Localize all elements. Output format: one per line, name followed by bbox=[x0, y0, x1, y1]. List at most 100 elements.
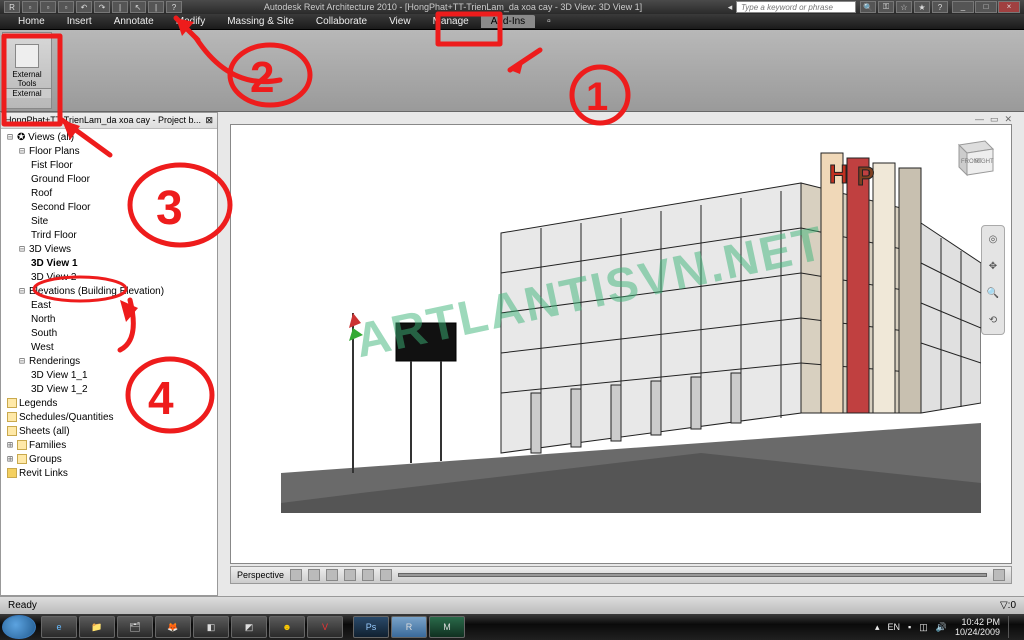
status-ready: Ready bbox=[8, 600, 37, 611]
tree-elev-0[interactable]: East bbox=[7, 299, 211, 313]
show-desktop-button[interactable] bbox=[1008, 616, 1016, 638]
tree-floor-1[interactable]: Ground Floor bbox=[7, 173, 211, 187]
tray-volume-icon[interactable]: 🔊 bbox=[936, 622, 947, 633]
project-tree: ⊟✪ Views (all) ⊟Floor Plans Fist Floor G… bbox=[1, 129, 217, 483]
tab-annotate[interactable]: Annotate bbox=[104, 15, 164, 28]
external-tools-icon bbox=[15, 44, 39, 68]
close-button[interactable]: × bbox=[998, 1, 1020, 13]
qat-new[interactable]: ▫ bbox=[22, 1, 38, 13]
title-bar: R ▫ ▫ ▫ ↶ ↷ | ↖ | ? Autodesk Revit Archi… bbox=[0, 0, 1024, 14]
tray-date[interactable]: 10/24/2009 bbox=[955, 627, 1000, 637]
project-browser-close-icon[interactable]: ⊠ bbox=[205, 115, 213, 126]
tree-elevations[interactable]: Elevations (Building Elevation) bbox=[29, 286, 164, 297]
maximize-button[interactable]: □ bbox=[975, 1, 997, 13]
tray-flag-icon[interactable]: ▪ bbox=[908, 622, 911, 632]
tray-network-icon[interactable]: ◫ bbox=[919, 622, 928, 633]
external-tools-panel[interactable]: External Tools External bbox=[2, 32, 52, 109]
tree-elev-2[interactable]: South bbox=[7, 327, 211, 341]
tree-floor-0[interactable]: Fist Floor bbox=[7, 159, 211, 173]
tab-addins[interactable]: Add-Ins bbox=[481, 15, 535, 28]
viewcube[interactable]: FRONT RIGHT bbox=[947, 131, 1001, 185]
tree-schedules[interactable]: Schedules/Quantities bbox=[19, 412, 114, 423]
nav-pan-icon[interactable]: ✥ bbox=[989, 261, 997, 272]
infocenter-fav-icon[interactable]: ★ bbox=[914, 1, 930, 13]
vc-crop-show-icon[interactable] bbox=[362, 569, 374, 581]
vc-render-icon[interactable] bbox=[326, 569, 338, 581]
task-revit[interactable]: R bbox=[391, 616, 427, 638]
qat-help[interactable]: ? bbox=[166, 1, 182, 13]
nav-wheel-icon[interactable]: ◎ bbox=[989, 234, 998, 245]
tab-collaborate[interactable]: Collaborate bbox=[306, 15, 377, 28]
status-bar: Ready ▽:0 bbox=[0, 596, 1024, 614]
tree-render-1[interactable]: 3D View 1_2 bbox=[7, 383, 211, 397]
qat-open[interactable]: ▫ bbox=[40, 1, 56, 13]
vc-hide-icon[interactable] bbox=[380, 569, 392, 581]
tab-home[interactable]: Home bbox=[8, 15, 55, 28]
view-control-bar: Perspective bbox=[230, 566, 1012, 584]
task-unikey[interactable]: V bbox=[307, 616, 343, 638]
doc-nav-prev[interactable]: ◂ bbox=[724, 2, 736, 13]
tray-expand-icon[interactable]: ▴ bbox=[875, 622, 880, 633]
viewport[interactable]: H P bbox=[230, 124, 1012, 564]
task-explorer[interactable]: 📁 bbox=[79, 616, 115, 638]
vc-extra-icon[interactable] bbox=[993, 569, 1005, 581]
tree-renderings[interactable]: Renderings bbox=[29, 356, 80, 367]
tab-massing[interactable]: Massing & Site bbox=[217, 15, 304, 28]
vc-shadows-icon[interactable] bbox=[308, 569, 320, 581]
start-button[interactable] bbox=[2, 615, 36, 639]
qat-redo[interactable]: ↷ bbox=[94, 1, 110, 13]
tab-insert[interactable]: Insert bbox=[57, 15, 102, 28]
tree-3dview-1[interactable]: 3D View 1 bbox=[7, 257, 211, 271]
tray-time[interactable]: 10:42 PM bbox=[955, 617, 1000, 627]
qat-pointer[interactable]: ↖ bbox=[130, 1, 146, 13]
tree-floor-2[interactable]: Roof bbox=[7, 187, 211, 201]
nav-zoom-icon[interactable]: 🔍 bbox=[987, 288, 999, 299]
tree-floor-5[interactable]: Trird Floor bbox=[7, 229, 211, 243]
tree-legends[interactable]: Legends bbox=[19, 398, 57, 409]
ribbon: External Tools External bbox=[0, 30, 1024, 112]
tab-manage[interactable]: Manage bbox=[423, 15, 479, 28]
task-app1[interactable]: ◧ bbox=[193, 616, 229, 638]
minimize-button[interactable]: _ bbox=[952, 1, 974, 13]
search-input[interactable] bbox=[736, 1, 856, 13]
qat-undo[interactable]: ↶ bbox=[76, 1, 92, 13]
tree-elev-3[interactable]: West bbox=[7, 341, 211, 355]
task-ie[interactable]: e bbox=[41, 616, 77, 638]
infocenter-key-icon[interactable]: ⚿ bbox=[878, 1, 894, 13]
task-app2[interactable]: ◩ bbox=[231, 616, 267, 638]
vc-crop-icon[interactable] bbox=[344, 569, 356, 581]
vc-model-graphics-icon[interactable] bbox=[290, 569, 302, 581]
tree-groups[interactable]: Groups bbox=[29, 454, 62, 465]
task-sep bbox=[345, 616, 351, 638]
tab-expand-icon[interactable]: ▫ bbox=[537, 15, 561, 28]
tree-families[interactable]: Families bbox=[29, 440, 66, 451]
task-3dsmax[interactable]: M bbox=[429, 616, 465, 638]
tab-view[interactable]: View bbox=[379, 15, 421, 28]
tree-floor-plans[interactable]: Floor Plans bbox=[29, 146, 80, 157]
app-menu-button[interactable]: R bbox=[4, 1, 20, 13]
tree-floor-3[interactable]: Second Floor bbox=[7, 201, 211, 215]
task-photoshop[interactable]: Ps bbox=[353, 616, 389, 638]
tree-elev-1[interactable]: North bbox=[7, 313, 211, 327]
qat-sep2: | bbox=[148, 1, 164, 13]
vc-slider[interactable] bbox=[398, 573, 987, 577]
tab-modify[interactable]: Modify bbox=[166, 15, 215, 28]
task-folder[interactable]: 🗂 bbox=[117, 616, 153, 638]
tree-sheets[interactable]: Sheets (all) bbox=[19, 426, 70, 437]
nav-orbit-icon[interactable]: ⟲ bbox=[989, 315, 997, 326]
tree-3dviews[interactable]: 3D Views bbox=[29, 244, 71, 255]
tray-lang[interactable]: EN bbox=[888, 622, 901, 632]
infocenter-search-icon[interactable]: 🔍 bbox=[860, 1, 876, 13]
task-firefox[interactable]: 🦊 bbox=[155, 616, 191, 638]
tree-render-0[interactable]: 3D View 1_1 bbox=[7, 369, 211, 383]
infocenter-comm-icon[interactable]: ☆ bbox=[896, 1, 912, 13]
tree-floor-4[interactable]: Site bbox=[7, 215, 211, 229]
tree-views-all[interactable]: Views (all) bbox=[28, 132, 74, 143]
qat-save[interactable]: ▫ bbox=[58, 1, 74, 13]
tree-3dview-2[interactable]: 3D View 2 bbox=[7, 271, 211, 285]
task-yahoo[interactable]: ☻ bbox=[269, 616, 305, 638]
infocenter-help-icon[interactable]: ? bbox=[932, 1, 948, 13]
status-filter[interactable]: ▽:0 bbox=[1000, 600, 1016, 611]
navigation-bar[interactable]: ◎ ✥ 🔍 ⟲ bbox=[981, 225, 1005, 335]
tree-links[interactable]: Revit Links bbox=[19, 468, 68, 479]
